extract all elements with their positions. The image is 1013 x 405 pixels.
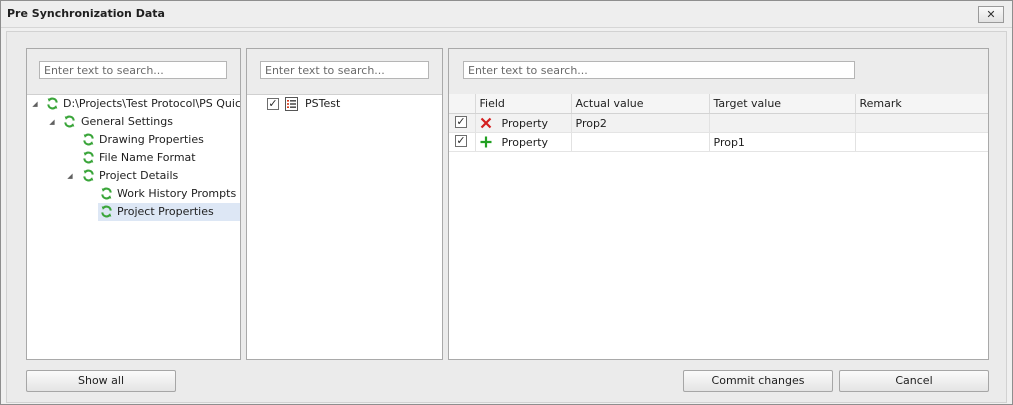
field-value: Property: [501, 116, 549, 130]
tree-node-project-details[interactable]: ◢ Project Details: [27, 167, 240, 185]
table-row[interactable]: ✓ Property Prop2: [449, 113, 988, 133]
sync-icon: [64, 115, 75, 128]
settings-tree: ◢ D:\Projects\Test Protocol\PS Quick - T…: [27, 95, 240, 357]
item-checkbox[interactable]: ✓: [267, 98, 279, 110]
tree-node-label: Project Properties: [117, 205, 214, 218]
sync-icon: [83, 151, 94, 164]
settings-tree-header: [27, 49, 240, 95]
row-checkbox-cell[interactable]: ✓: [449, 113, 476, 133]
column-header-actual-value[interactable]: Actual value: [571, 94, 710, 114]
remark-cell: [855, 132, 988, 152]
close-button[interactable]: ✕: [978, 6, 1004, 23]
tree-node-work-history-prompts[interactable]: Work History Prompts: [27, 185, 240, 203]
title-bar: Pre Synchronization Data ✕: [1, 1, 1012, 28]
add-icon: [480, 136, 491, 148]
changes-table: Field Actual value Target value Remark ✓…: [449, 94, 988, 152]
sync-icon: [47, 97, 58, 110]
actual-value-cell: Prop2: [571, 113, 710, 133]
tree-node-label: Work History Prompts: [117, 187, 237, 200]
table-row[interactable]: ✓ Property Prop1: [449, 132, 988, 152]
target-value-cell: [709, 113, 856, 133]
sync-icon: [83, 169, 94, 182]
items-list: ✓ PSTest: [247, 95, 442, 357]
tree-node-label: General Settings: [81, 115, 173, 128]
cancel-button[interactable]: Cancel: [839, 370, 989, 392]
tree-node-label: Project Details: [99, 169, 179, 182]
column-header-field[interactable]: Field: [475, 94, 572, 114]
window-title: Pre Synchronization Data: [7, 7, 165, 20]
expand-arrow-icon[interactable]: ◢: [66, 167, 74, 185]
list-item-pstest[interactable]: ✓ PSTest: [247, 95, 442, 113]
tree-node-project-root[interactable]: ◢ D:\Projects\Test Protocol\PS Quick - T: [27, 95, 240, 113]
items-panel: ✓ PSTest: [246, 48, 443, 360]
changes-panel: Field Actual value Target value Remark ✓…: [448, 48, 989, 360]
show-all-button[interactable]: Show all: [26, 370, 176, 392]
tree-node-general-settings[interactable]: ◢ General Settings: [27, 113, 240, 131]
select-column-header[interactable]: [449, 94, 476, 114]
items-header: [247, 49, 442, 95]
row-checkbox[interactable]: ✓: [455, 116, 467, 128]
expand-arrow-icon[interactable]: ◢: [31, 95, 39, 113]
tree-node-drawing-properties[interactable]: Drawing Properties: [27, 131, 240, 149]
field-cell: Property: [475, 113, 572, 133]
property-list-icon: [285, 97, 298, 111]
tree-search-input[interactable]: [39, 61, 227, 79]
row-checkbox-cell[interactable]: ✓: [449, 132, 476, 152]
expand-arrow-icon[interactable]: ◢: [48, 113, 56, 131]
sync-icon: [83, 133, 94, 146]
dialog-window: Pre Synchronization Data ✕ ◢ D:\Projects…: [0, 0, 1013, 405]
delete-icon: [480, 117, 491, 129]
row-checkbox[interactable]: ✓: [455, 135, 467, 147]
field-cell: Property: [475, 132, 572, 152]
sync-icon: [101, 187, 112, 200]
settings-tree-panel: ◢ D:\Projects\Test Protocol\PS Quick - T…: [26, 48, 241, 360]
commit-changes-button[interactable]: Commit changes: [683, 370, 833, 392]
close-icon: ✕: [986, 8, 996, 21]
target-value-cell: Prop1: [709, 132, 856, 152]
field-value: Property: [501, 135, 549, 149]
dialog-content: ◢ D:\Projects\Test Protocol\PS Quick - T…: [6, 31, 1007, 403]
remark-cell: [855, 113, 988, 133]
changes-search-input[interactable]: [463, 61, 855, 79]
column-header-target-value[interactable]: Target value: [709, 94, 856, 114]
tree-node-file-name-format[interactable]: File Name Format: [27, 149, 240, 167]
column-header-remark[interactable]: Remark: [855, 94, 988, 114]
actual-value-cell: [571, 132, 710, 152]
tree-node-label: Drawing Properties: [99, 133, 204, 146]
item-label: PSTest: [305, 97, 341, 110]
tree-node-label: File Name Format: [99, 151, 196, 164]
tree-node-label: D:\Projects\Test Protocol\PS Quick - T: [63, 97, 240, 110]
changes-header: [449, 49, 988, 95]
table-header-row: Field Actual value Target value Remark: [449, 94, 988, 114]
sync-icon: [101, 205, 112, 218]
items-search-input[interactable]: [260, 61, 429, 79]
tree-node-project-properties[interactable]: Project Properties: [98, 203, 240, 221]
